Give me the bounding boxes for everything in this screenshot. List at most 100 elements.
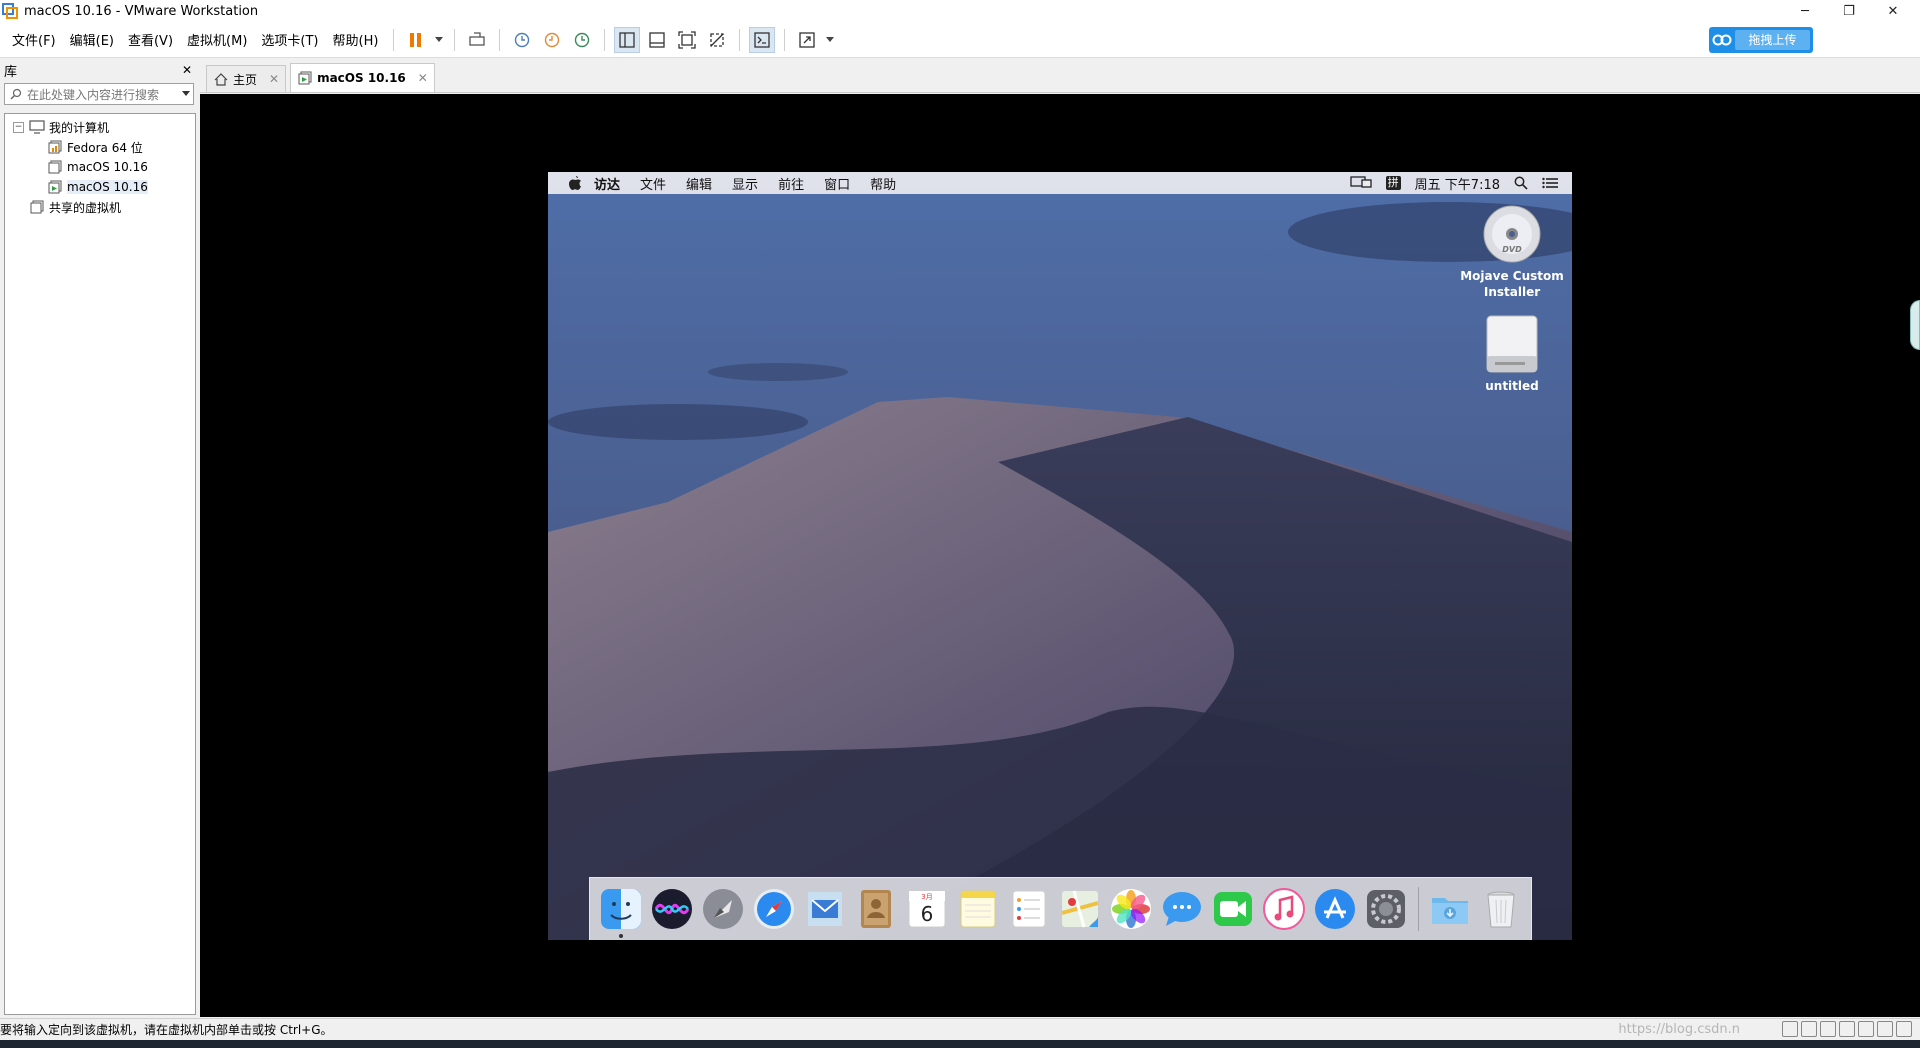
mojave-wallpaper <box>548 172 1572 940</box>
input-method-icon[interactable]: 拼 <box>1385 176 1401 190</box>
hard-disk-status-icon[interactable] <box>1782 1021 1798 1037</box>
toolbar-divider <box>454 28 456 51</box>
tree-item-my-computer[interactable]: − 我的计算机 <box>5 117 195 137</box>
close-icon: ✕ <box>1887 3 1899 19</box>
stretch-dropdown-button[interactable] <box>824 27 836 53</box>
show-library-button[interactable] <box>614 26 641 53</box>
tree-item-macos-1[interactable]: macOS 10.16 <box>5 157 195 177</box>
menu-help[interactable]: 帮助(H) <box>327 30 385 49</box>
shared-vm-icon <box>29 199 45 215</box>
tree-item-macos-2[interactable]: macOS 10.16 <box>5 177 195 197</box>
mac-menu-finder[interactable]: 访达 <box>594 174 620 193</box>
menu-vm[interactable]: 虚拟机(M) <box>181 30 253 49</box>
dock-reminders[interactable] <box>1006 886 1052 932</box>
dock-downloads[interactable] <box>1427 886 1473 932</box>
airplay-display-icon[interactable] <box>1350 176 1372 190</box>
search-icon <box>5 88 27 100</box>
dock-notes[interactable] <box>955 886 1001 932</box>
tab-home[interactable]: 主页 ✕ <box>206 65 287 92</box>
dock-launchpad[interactable] <box>700 886 746 932</box>
menu-tabs[interactable]: 选项卡(T) <box>255 30 324 49</box>
stretch-guest-button[interactable] <box>794 27 820 53</box>
drag-upload-button[interactable]: 拖拽上传 <box>1709 27 1813 53</box>
chevron-down-icon <box>826 36 835 42</box>
side-drawer-handle[interactable] <box>1910 300 1920 350</box>
pause-button[interactable] <box>403 27 429 53</box>
system-preferences-icon <box>1367 890 1405 928</box>
menu-view[interactable]: 查看(V) <box>122 30 179 49</box>
dock-finder[interactable] <box>598 886 644 938</box>
unity-button[interactable] <box>704 27 730 53</box>
dock-messages[interactable] <box>1159 886 1205 932</box>
minimize-button[interactable]: ─ <box>1782 0 1828 22</box>
dock-calendar[interactable]: 3月 6 <box>904 886 950 932</box>
thumbnail-bar-icon <box>649 31 666 48</box>
calendar-month: 3月 <box>921 893 932 901</box>
full-screen-button[interactable] <box>674 27 700 53</box>
dock-mail[interactable] <box>802 886 848 932</box>
dock-contacts[interactable] <box>853 886 899 932</box>
vm-running-icon <box>297 71 313 85</box>
restore-icon: ❐ <box>1843 3 1855 19</box>
restore-button[interactable]: ❐ <box>1826 0 1872 22</box>
downloads-icon <box>1432 898 1468 924</box>
apple-logo-icon[interactable] <box>564 175 586 191</box>
dock-trash[interactable] <box>1478 886 1524 932</box>
dock-photos[interactable] <box>1108 886 1154 932</box>
tree-item-fedora[interactable]: Fedora 64 位 <box>5 137 195 157</box>
library-tree: − 我的计算机 Fedora 64 位 macOS 10.16 macOS 10… <box>4 113 196 1015</box>
app-store-icon <box>1315 889 1355 929</box>
tab-macos[interactable]: macOS 10.16 ✕ <box>290 63 435 92</box>
menu-clock[interactable]: 周五 下午7:18 <box>1415 174 1500 193</box>
console-view-button[interactable] <box>749 26 776 53</box>
mac-menu-window[interactable]: 窗口 <box>824 174 850 193</box>
dock-system-preferences[interactable] <box>1363 886 1409 932</box>
menu-edit[interactable]: 编辑(E) <box>64 30 120 49</box>
library-title: 库 <box>4 64 18 80</box>
dock-maps[interactable] <box>1057 886 1103 932</box>
tree-item-shared-vms[interactable]: 共享的虚拟机 <box>5 197 195 217</box>
desktop-icon-installer[interactable]: DVD Mojave Custom Installer <box>1452 202 1572 300</box>
library-search-box[interactable]: 在此处键入内容进行搜索 <box>4 83 194 105</box>
tab-close-button[interactable]: ✕ <box>418 71 428 85</box>
vm-console[interactable]: 访达 文件 编辑 显示 前往 窗口 帮助 拼 周五 下午7:18 DVD Moj… <box>200 94 1920 1017</box>
message-log-icon[interactable] <box>1896 1021 1912 1037</box>
menu-file[interactable]: 文件(F) <box>6 30 62 49</box>
close-window-button[interactable]: ✕ <box>1870 0 1916 22</box>
trash-icon <box>1487 891 1515 928</box>
mac-menu-go[interactable]: 前往 <box>778 174 804 193</box>
chevron-down-icon[interactable] <box>179 91 193 97</box>
mac-menu-help[interactable]: 帮助 <box>870 174 896 193</box>
send-ctrl-alt-del-button[interactable] <box>464 27 490 53</box>
snapshot-manager-button[interactable] <box>569 27 595 53</box>
dock-app-store[interactable] <box>1312 886 1358 932</box>
dock-itunes[interactable] <box>1261 886 1307 932</box>
notification-center-icon[interactable] <box>1542 177 1558 189</box>
vm-icon <box>47 159 63 175</box>
snapshot-button[interactable] <box>509 27 535 53</box>
dock-siri[interactable] <box>649 886 695 932</box>
power-dropdown-button[interactable] <box>433 27 445 53</box>
dock-facetime[interactable] <box>1210 886 1256 932</box>
usb-status-icon[interactable] <box>1839 1021 1855 1037</box>
mac-menu-file[interactable]: 文件 <box>640 174 666 193</box>
desktop-icon-label: untitled <box>1485 379 1539 393</box>
library-panel: 库 ✕ 在此处键入内容进行搜索 − 我的计算机 Fedora 64 位 macO… <box>0 59 198 1017</box>
display-status-icon[interactable] <box>1877 1021 1893 1037</box>
dock-safari[interactable] <box>751 886 797 932</box>
sound-status-icon[interactable] <box>1858 1021 1874 1037</box>
library-search-input[interactable]: 在此处键入内容进行搜索 <box>27 86 179 103</box>
desktop-icon-untitled[interactable]: untitled <box>1452 312 1572 394</box>
library-close-button[interactable]: ✕ <box>182 63 192 77</box>
network-status-icon[interactable] <box>1820 1021 1836 1037</box>
mac-menu-view[interactable]: 显示 <box>732 174 758 193</box>
spotlight-icon[interactable] <box>1514 176 1528 190</box>
mac-menu-edit[interactable]: 编辑 <box>686 174 712 193</box>
cd-dvd-status-icon[interactable] <box>1801 1021 1817 1037</box>
show-thumbnail-bar-button[interactable] <box>644 27 670 53</box>
collapse-toggle[interactable]: − <box>13 121 24 133</box>
tab-close-button[interactable]: ✕ <box>269 72 279 86</box>
macos-desktop[interactable]: 访达 文件 编辑 显示 前往 窗口 帮助 拼 周五 下午7:18 DVD Moj… <box>548 172 1572 940</box>
revert-snapshot-button[interactable] <box>539 27 565 53</box>
chevron-down-icon <box>435 36 444 42</box>
